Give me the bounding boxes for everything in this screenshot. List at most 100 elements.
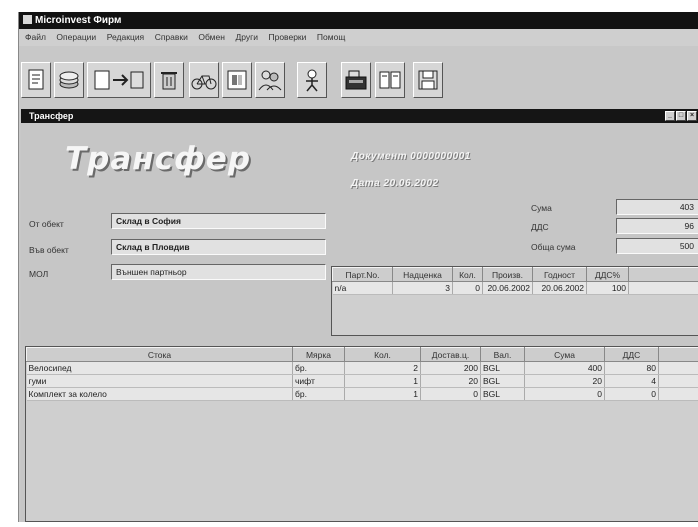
table-cell[interactable]: чифт xyxy=(292,374,345,388)
maximize-button[interactable]: □ xyxy=(676,111,686,121)
column-header[interactable]: Вал. xyxy=(480,347,525,362)
table-cell xyxy=(658,361,698,375)
column-header[interactable]: Кол. xyxy=(344,347,421,362)
table-row[interactable]: Комплект за колело бр. 1 0 BGL 0 0 xyxy=(26,387,698,401)
mol-field[interactable]: Външен партньор xyxy=(111,264,326,280)
table-cell[interactable]: 20 xyxy=(420,374,481,388)
table-cell[interactable]: Велосипед xyxy=(26,361,293,375)
menu-file[interactable]: Файл xyxy=(25,29,46,46)
save-icon xyxy=(418,70,438,90)
app-title: Microinvest Фирм xyxy=(35,15,122,26)
table-cell[interactable]: 3 xyxy=(392,281,453,295)
toolbar-save-button[interactable] xyxy=(413,62,443,98)
menu-edit[interactable]: Редакция xyxy=(107,29,144,46)
table-cell[interactable]: BGL xyxy=(480,374,525,388)
window-controls: _ □ × xyxy=(665,111,697,121)
people-icon xyxy=(258,70,282,91)
table-cell[interactable]: 1 xyxy=(344,374,421,388)
batch-grid: Парт.No. Надценка Кол. Произв. Годност Д… xyxy=(331,266,698,336)
column-header[interactable]: Годност xyxy=(532,267,587,282)
table-cell[interactable]: Комплект за колело xyxy=(26,387,293,401)
person-icon xyxy=(306,69,318,92)
table-cell xyxy=(658,387,698,401)
transfer-window-titlebar: Трансфер _ □ × xyxy=(21,109,698,123)
menu-help[interactable]: Помощ xyxy=(317,29,345,46)
table-row[interactable]: гуми чифт 1 20 BGL 20 4 xyxy=(26,374,698,388)
column-header[interactable]: Достав.ц. xyxy=(420,347,481,362)
sum-label: Сума xyxy=(531,203,552,213)
toolbar-people-button[interactable] xyxy=(255,62,285,98)
warehouse-icon xyxy=(227,70,247,90)
document-number: Документ 0000000001 xyxy=(351,151,471,162)
toolbar-document-button[interactable] xyxy=(21,62,51,98)
vat-label: ДДС xyxy=(531,222,549,232)
menu-other[interactable]: Други xyxy=(235,29,258,46)
table-cell[interactable]: 4 xyxy=(604,374,659,388)
table-cell[interactable]: бр. xyxy=(292,361,345,375)
column-header[interactable]: Мярка xyxy=(292,347,345,362)
toolbar-cash-register-button[interactable] xyxy=(341,62,371,98)
table-cell[interactable]: 80 xyxy=(604,361,659,375)
table-cell[interactable]: 400 xyxy=(524,361,605,375)
bicycle-icon xyxy=(191,75,217,90)
total-field: 500 xyxy=(616,238,698,254)
table-cell xyxy=(628,281,698,295)
column-header[interactable]: ДДС% xyxy=(586,267,629,282)
toolbar-transfer-button[interactable] xyxy=(87,62,151,98)
table-cell[interactable]: n/a xyxy=(332,281,393,295)
batch-table: Парт.No. Надценка Кол. Произв. Годност Д… xyxy=(332,267,698,295)
app-titlebar: Microinvest Фирм xyxy=(19,12,698,29)
table-cell xyxy=(658,374,698,388)
toolbar-warehouse-button[interactable] xyxy=(222,62,252,98)
table-row[interactable]: n/a 3 0 20.06.2002 20.06.2002 100 xyxy=(332,281,698,295)
table-cell[interactable]: 200 xyxy=(420,361,481,375)
column-header[interactable]: Надценка xyxy=(392,267,453,282)
minimize-button[interactable]: _ xyxy=(665,111,675,121)
toolbar xyxy=(19,48,698,106)
table-cell[interactable]: 2 xyxy=(344,361,421,375)
table-cell[interactable]: 0 xyxy=(604,387,659,401)
toolbar-person-button[interactable] xyxy=(297,62,327,98)
transfer-icon xyxy=(94,70,144,90)
table-cell[interactable]: 20.06.2002 xyxy=(532,281,587,295)
menu-operations[interactable]: Операции xyxy=(56,29,96,46)
table-cell[interactable]: BGL xyxy=(480,387,525,401)
document-date: Дата 20.06.2002 xyxy=(351,178,439,189)
table-cell[interactable]: 0 xyxy=(420,387,481,401)
menu-bar: Файл Операции Редакция Справки Обмен Дру… xyxy=(19,29,698,46)
table-cell[interactable]: бр. xyxy=(292,387,345,401)
table-cell[interactable]: 100 xyxy=(586,281,629,295)
items-grid: Стока Мярка Кол. Достав.ц. Вал. Сума ДДС… xyxy=(25,346,698,522)
table-cell[interactable]: 0 xyxy=(452,281,483,295)
close-button[interactable]: × xyxy=(687,111,697,121)
menu-checks[interactable]: Проверки xyxy=(268,29,306,46)
toolbar-coins-button[interactable] xyxy=(54,62,84,98)
menu-exchange[interactable]: Обмен xyxy=(198,29,225,46)
cash-register-icon xyxy=(345,70,367,90)
toolbar-book-button[interactable] xyxy=(375,62,405,98)
table-cell[interactable]: 20.06.2002 xyxy=(482,281,533,295)
from-object-field[interactable]: Склад в София xyxy=(111,213,326,229)
table-cell[interactable]: BGL xyxy=(480,361,525,375)
column-header[interactable]: Стока xyxy=(26,347,293,362)
mol-label: МОЛ xyxy=(29,269,49,279)
table-cell[interactable]: 1 xyxy=(344,387,421,401)
column-header-empty xyxy=(628,267,698,282)
table-row[interactable]: Велосипед бр. 2 200 BGL 400 80 xyxy=(26,361,698,375)
toolbar-bicycle-button[interactable] xyxy=(189,62,219,98)
column-header[interactable]: Парт.No. xyxy=(332,267,393,282)
total-label: Обща сума xyxy=(531,242,576,252)
table-cell[interactable]: 0 xyxy=(524,387,605,401)
table-cell[interactable]: 20 xyxy=(524,374,605,388)
menu-reports[interactable]: Справки xyxy=(155,29,188,46)
from-object-label: От обект xyxy=(29,219,64,229)
column-header[interactable]: Сума xyxy=(524,347,605,362)
column-header[interactable]: Кол. xyxy=(452,267,483,282)
to-object-label: Във обект xyxy=(29,245,69,255)
table-cell[interactable]: гуми xyxy=(26,374,293,388)
column-header[interactable]: Произв. xyxy=(482,267,533,282)
toolbar-trash-button[interactable] xyxy=(154,62,184,98)
to-object-field[interactable]: Склад в Пловдив xyxy=(111,239,326,255)
column-header[interactable]: ДДС xyxy=(604,347,659,362)
document-icon xyxy=(28,69,44,90)
